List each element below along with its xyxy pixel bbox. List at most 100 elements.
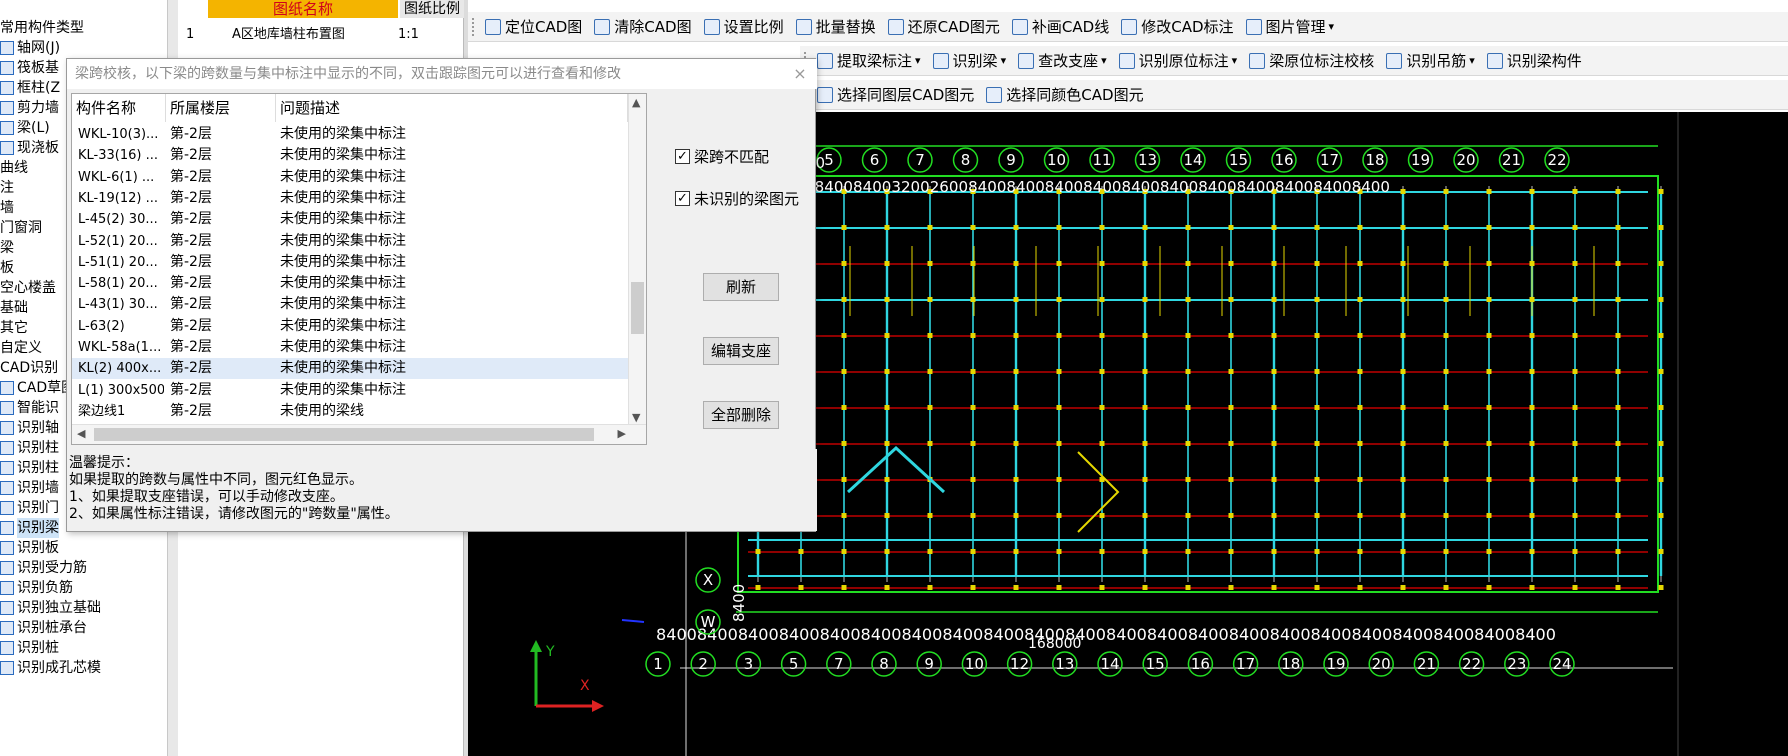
tree-item[interactable]: 识别桩 bbox=[0, 638, 59, 658]
tree-item[interactable]: 识别轴 bbox=[0, 418, 59, 438]
column-node bbox=[1013, 585, 1019, 590]
table-row[interactable]: L-58(1) 20... 第-2层 未使用的梁集中标注 bbox=[72, 273, 630, 294]
scrollbar-thumb[interactable] bbox=[94, 428, 594, 441]
table-row[interactable]: L(1) 300x500 第-2层 未使用的梁集中标注 bbox=[72, 380, 630, 401]
tree-item[interactable]: 曲线 bbox=[0, 158, 28, 178]
toolbar-button[interactable]: 识别梁构件 bbox=[1481, 50, 1588, 71]
tree-item[interactable]: 识别负筋 bbox=[0, 578, 73, 598]
table-row[interactable]: 梁边线1 第-2层 未使用的梁线 bbox=[72, 401, 630, 422]
tree-item[interactable]: CAD草图 bbox=[0, 378, 75, 398]
toolbar-button[interactable]: 查改支座 ▾ bbox=[1012, 50, 1113, 71]
table-row[interactable]: L-52(1) 20... 第-2层 未使用的梁集中标注 bbox=[72, 231, 630, 252]
delete-all-button[interactable]: 全部删除 bbox=[703, 401, 779, 429]
span-mismatch-checkbox[interactable]: ✓ 梁跨不匹配 bbox=[675, 145, 769, 167]
table-row[interactable]: L-63(2) 第-2层 未使用的梁集中标注 bbox=[72, 316, 630, 337]
tree-item[interactable]: 门窗洞 bbox=[0, 218, 42, 238]
chevron-left-icon[interactable]: ◀ bbox=[77, 427, 85, 440]
tree-item[interactable]: 识别板 bbox=[0, 538, 59, 558]
tree-item[interactable]: 梁 bbox=[0, 238, 14, 258]
tree-item[interactable]: 剪力墙 bbox=[0, 98, 59, 118]
column-header-name[interactable]: 构件名称 bbox=[72, 94, 166, 122]
tree-item[interactable]: 梁(L) bbox=[0, 118, 50, 138]
horizontal-scrollbar[interactable]: ◀ ▶ bbox=[72, 424, 646, 444]
toolbar-button[interactable]: 识别吊筋 ▾ bbox=[1380, 50, 1481, 71]
toolbar-button[interactable]: 设置比例 bbox=[698, 16, 790, 37]
toolbar-grip-icon[interactable] bbox=[472, 17, 475, 36]
table-row[interactable]: L-51(1) 20... 第-2层 未使用的梁集中标注 bbox=[72, 252, 630, 273]
tree-item[interactable]: 识别墙 bbox=[0, 478, 59, 498]
chevron-down-icon[interactable]: ▾ bbox=[1232, 54, 1238, 67]
close-icon[interactable]: × bbox=[789, 63, 811, 85]
scrollbar-thumb[interactable] bbox=[631, 282, 644, 334]
toolbar-button[interactable]: 梁原位标注校核 bbox=[1243, 50, 1380, 71]
column-node bbox=[1142, 405, 1148, 410]
checkbox-checked-icon[interactable]: ✓ bbox=[675, 190, 690, 206]
column-node bbox=[1056, 405, 1062, 410]
tree-item[interactable]: 识别梁 bbox=[0, 518, 59, 538]
table-row[interactable]: WKL-6(1) ... 第-2层 未使用的梁集中标注 bbox=[72, 167, 630, 188]
toolbar-button[interactable]: 还原CAD图元 bbox=[882, 16, 1006, 37]
chevron-down-icon[interactable]: ▾ bbox=[915, 54, 921, 67]
chevron-up-icon[interactable]: ▲ bbox=[632, 96, 640, 109]
toolbar-button[interactable]: 选择同图层CAD图元 bbox=[811, 84, 980, 105]
tree-item[interactable]: 识别独立基础 bbox=[0, 598, 101, 618]
cell-name: L-43(1) 30... bbox=[78, 297, 158, 313]
column-header-floor[interactable]: 所属楼层 bbox=[166, 94, 276, 122]
drawing-scale-header[interactable]: 图纸比例 bbox=[400, 0, 464, 18]
tree-item[interactable]: 识别柱 bbox=[0, 458, 59, 478]
tree-item[interactable]: 其它 bbox=[0, 318, 28, 338]
column-node bbox=[1486, 189, 1492, 194]
tree-item[interactable]: 空心楼盖 bbox=[0, 278, 56, 298]
tree-item[interactable]: 识别桩承台 bbox=[0, 618, 87, 638]
toolbar-button[interactable]: 图片管理 ▾ bbox=[1240, 16, 1341, 37]
tree-item[interactable]: CAD识别 bbox=[0, 358, 58, 378]
tree-item[interactable]: 识别受力筋 bbox=[0, 558, 87, 578]
tree-item[interactable]: 框柱(Z bbox=[0, 78, 60, 98]
table-row[interactable]: KL-19(12) ... 第-2层 未使用的梁集中标注 bbox=[72, 188, 630, 209]
drawing-row-name[interactable]: A区地库墙柱布置图 bbox=[232, 24, 345, 46]
toolbar-button[interactable]: 选择同颜色CAD图元 bbox=[980, 84, 1149, 105]
drawing-name-header[interactable]: 图纸名称 bbox=[208, 0, 398, 18]
chevron-right-icon[interactable]: ▶ bbox=[618, 427, 626, 440]
tree-item[interactable]: 筏板基 bbox=[0, 58, 59, 78]
edit-support-button[interactable]: 编辑支座 bbox=[703, 337, 779, 365]
checkbox-checked-icon[interactable]: ✓ bbox=[675, 148, 690, 164]
table-row[interactable]: WKL-58a(1... 第-2层 未使用的梁集中标注 bbox=[72, 337, 630, 358]
toolbar-button[interactable]: 批量替换 bbox=[790, 16, 882, 37]
chevron-down-icon[interactable]: ▼ bbox=[632, 411, 640, 424]
toolbar-button[interactable]: 识别原位标注 ▾ bbox=[1113, 50, 1244, 71]
toolbar-button[interactable]: 清除CAD图 bbox=[588, 16, 697, 37]
toolbar-button[interactable]: 提取梁标注 ▾ bbox=[811, 50, 927, 71]
tree-item[interactable]: 识别柱 bbox=[0, 438, 59, 458]
toolbar-button[interactable]: 定位CAD图 bbox=[479, 16, 588, 37]
column-node bbox=[1271, 441, 1277, 446]
tree-item-label: 现浇板 bbox=[17, 140, 59, 156]
tree-item[interactable]: 识别成孔芯模 bbox=[0, 658, 101, 678]
table-row[interactable]: L-43(1) 30... 第-2层 未使用的梁集中标注 bbox=[72, 294, 630, 315]
tree-item[interactable]: 轴网(J) bbox=[0, 38, 60, 58]
chevron-down-icon[interactable]: ▾ bbox=[1001, 54, 1007, 67]
table-row[interactable]: WKL-10(3)... 第-2层 未使用的梁集中标注 bbox=[72, 124, 630, 145]
tree-item[interactable]: 墙 bbox=[0, 198, 14, 218]
toolbar-button[interactable]: 修改CAD标注 bbox=[1115, 16, 1239, 37]
toolbar-button[interactable]: 识别梁 ▾ bbox=[927, 50, 1013, 71]
table-row[interactable]: L-45(2) 30... 第-2层 未使用的梁集中标注 bbox=[72, 209, 630, 230]
table-row[interactable]: KL(2) 400x... 第-2层 未使用的梁集中标注 bbox=[72, 358, 630, 380]
vertical-scrollbar[interactable]: ▲ ▼ bbox=[628, 94, 646, 426]
tree-item[interactable]: 常用构件类型 bbox=[0, 18, 84, 38]
unrecognized-beam-checkbox[interactable]: ✓ 未识别的梁图元 bbox=[675, 187, 799, 209]
tree-item[interactable]: 基础 bbox=[0, 298, 28, 318]
tree-item[interactable]: 自定义 bbox=[0, 338, 42, 358]
tree-item[interactable]: 智能识 bbox=[0, 398, 59, 418]
tree-item[interactable]: 现浇板 bbox=[0, 138, 59, 158]
tree-item[interactable]: 板 bbox=[0, 258, 14, 278]
chevron-down-icon[interactable]: ▾ bbox=[1329, 20, 1335, 33]
table-row[interactable]: KL-33(16) ... 第-2层 未使用的梁集中标注 bbox=[72, 145, 630, 166]
column-header-desc[interactable]: 问题描述 bbox=[276, 94, 628, 122]
tree-item[interactable]: 识别门 bbox=[0, 498, 59, 518]
tree-item[interactable]: 注 bbox=[0, 178, 14, 198]
chevron-down-icon[interactable]: ▾ bbox=[1101, 54, 1107, 67]
toolbar-button[interactable]: 补画CAD线 bbox=[1006, 16, 1115, 37]
chevron-down-icon[interactable]: ▾ bbox=[1469, 54, 1475, 67]
refresh-button[interactable]: 刷新 bbox=[703, 273, 779, 301]
